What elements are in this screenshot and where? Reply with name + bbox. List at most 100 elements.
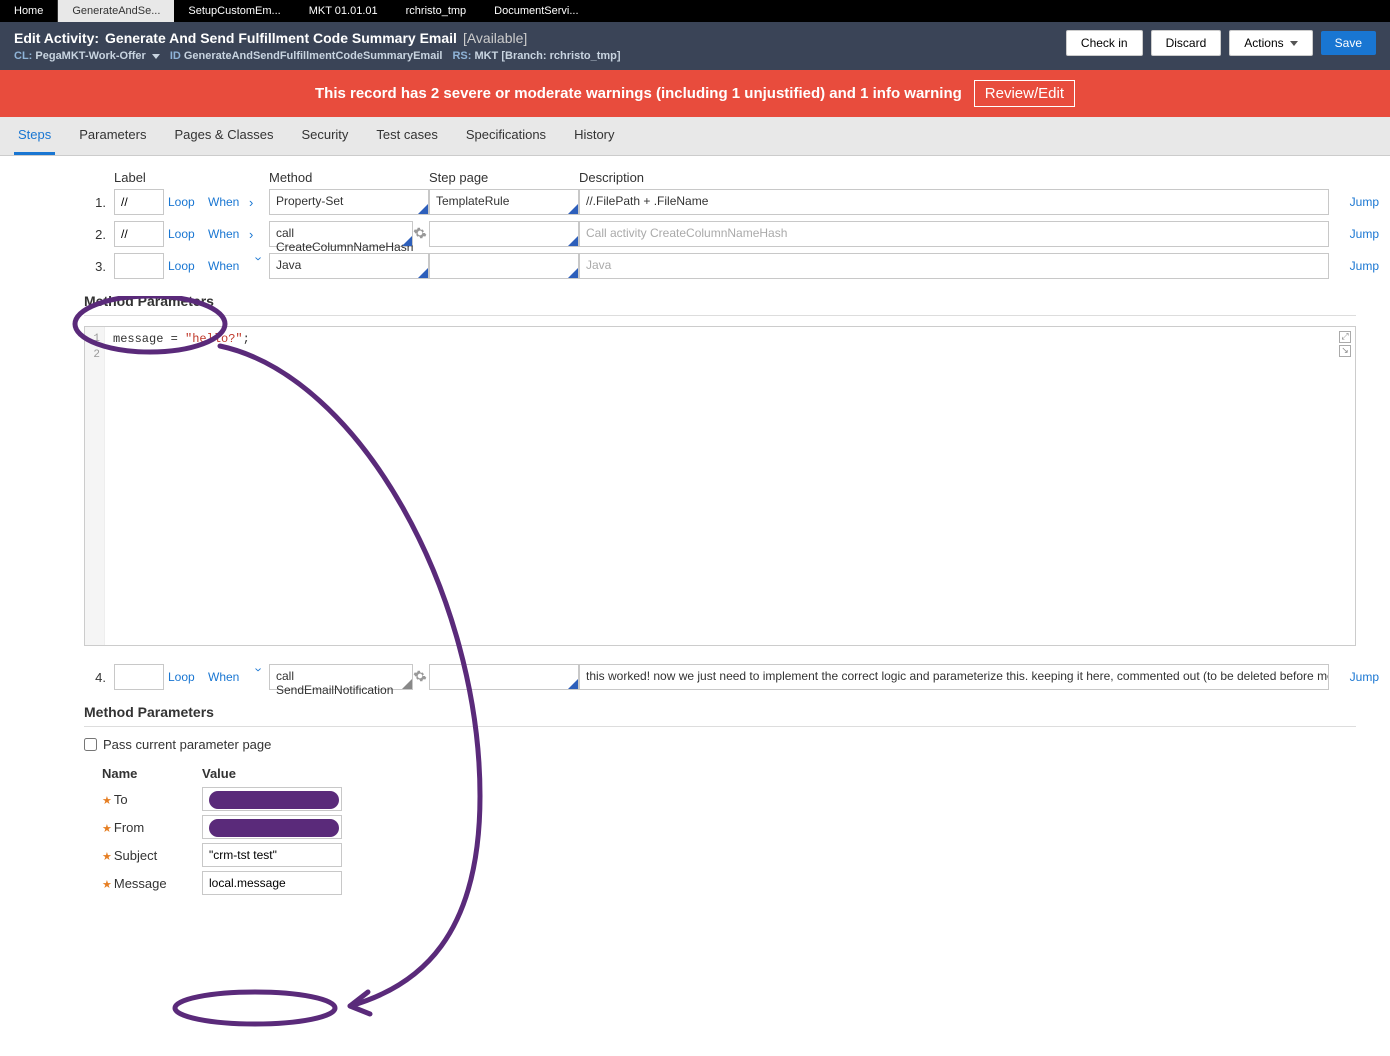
param-value-subject[interactable]	[202, 843, 342, 867]
steps-content: Label Method Step page Description 1. Lo…	[0, 156, 1390, 913]
discard-button[interactable]: Discard	[1151, 30, 1222, 56]
actions-button[interactable]: Actions	[1229, 30, 1312, 56]
step-page-input[interactable]	[429, 221, 579, 247]
param-col-value: Value	[202, 766, 352, 781]
description-input[interactable]: Call activity CreateColumnNameHash	[579, 221, 1329, 247]
id-label: ID	[170, 50, 181, 62]
expand-icon[interactable]: ›	[249, 227, 269, 242]
loop-link[interactable]: Loop	[164, 670, 204, 684]
step-page-input[interactable]	[429, 253, 579, 279]
cl-label: CL:	[14, 50, 32, 62]
step-row: 4. Loop When › call SendEmailNotificatio…	[50, 664, 1390, 690]
description-input[interactable]: Java	[579, 253, 1329, 279]
expand-code-icon[interactable]: ⤢	[1339, 331, 1351, 343]
when-link[interactable]: When	[204, 195, 249, 209]
collapse-icon[interactable]: ›	[252, 667, 267, 687]
tab-specifications[interactable]: Specifications	[462, 117, 550, 155]
step-row: 3. Loop When › Java Java Jump	[50, 253, 1390, 279]
jump-link[interactable]: Jump	[1329, 195, 1379, 209]
step-number: 1.	[84, 195, 114, 210]
description-input[interactable]: this worked! now we just need to impleme…	[579, 664, 1329, 690]
gear-icon[interactable]	[413, 669, 427, 683]
method-input[interactable]: Java	[269, 253, 429, 279]
rs-value: MKT [Branch: rchristo_tmp]	[474, 50, 620, 62]
checkin-button[interactable]: Check in	[1066, 30, 1143, 56]
code-body[interactable]: message = "hello?";	[105, 327, 258, 645]
chevron-down-icon	[1290, 41, 1298, 46]
save-button[interactable]: Save	[1321, 31, 1376, 55]
label-input[interactable]	[114, 664, 164, 690]
required-star-icon: ★	[102, 823, 112, 835]
warning-text: This record has 2 severe or moderate war…	[315, 85, 962, 102]
tab-rchristo[interactable]: rchristo_tmp	[392, 0, 481, 22]
step-row: 1. Loop When › Property-Set TemplateRule…	[50, 189, 1390, 215]
rule-tabset: Steps Parameters Pages & Classes Securit…	[0, 117, 1390, 156]
label-input[interactable]	[114, 189, 164, 215]
when-link[interactable]: When	[204, 227, 249, 241]
col-label: Label	[114, 170, 164, 185]
method-params-heading-2: Method Parameters	[84, 704, 1390, 720]
col-method: Method	[269, 170, 429, 185]
required-star-icon: ★	[102, 851, 112, 863]
label-input[interactable]	[114, 253, 164, 279]
loop-link[interactable]: Loop	[164, 227, 204, 241]
tab-generate[interactable]: GenerateAndSe...	[58, 0, 174, 22]
cl-value[interactable]: PegaMKT-Work-Offer	[35, 50, 145, 62]
jump-link[interactable]: Jump	[1329, 259, 1379, 273]
label-input[interactable]	[114, 221, 164, 247]
jump-link[interactable]: Jump	[1329, 670, 1379, 684]
tab-parameters[interactable]: Parameters	[75, 117, 150, 155]
expand-icon[interactable]: ›	[249, 195, 269, 210]
required-star-icon: ★	[102, 879, 112, 891]
param-value-to[interactable]	[202, 787, 342, 811]
tab-home[interactable]: Home	[0, 0, 58, 22]
chevron-down-icon[interactable]	[152, 54, 160, 59]
step-number: 2.	[84, 227, 114, 242]
step-number: 3.	[84, 259, 114, 274]
pass-page-label: Pass current parameter page	[103, 737, 271, 752]
method-input[interactable]: Property-Set	[269, 189, 429, 215]
param-row-message: ★Message	[102, 871, 1390, 895]
collapse-code-icon[interactable]: ↘	[1339, 345, 1351, 357]
redacted-marker	[209, 791, 339, 809]
rs-label: RS:	[452, 50, 471, 62]
param-value-message[interactable]	[202, 871, 342, 895]
header-prefix: Edit Activity:	[14, 30, 99, 46]
method-input[interactable]: call SendEmailNotification	[269, 664, 413, 690]
when-link[interactable]: When	[204, 259, 249, 273]
tab-steps[interactable]: Steps	[14, 117, 55, 155]
tab-security[interactable]: Security	[297, 117, 352, 155]
review-edit-button[interactable]: Review/Edit	[974, 80, 1075, 107]
header-name: Generate And Send Fulfillment Code Summa…	[105, 30, 457, 46]
warning-bar: This record has 2 severe or moderate war…	[0, 70, 1390, 117]
param-row-from: ★From	[102, 815, 1390, 839]
collapse-icon[interactable]: ›	[252, 256, 267, 276]
col-description: Description	[579, 170, 1329, 185]
java-code-editor[interactable]: 12 message = "hello?"; ⤢ ↘	[84, 326, 1356, 646]
header-availability: [Available]	[463, 30, 527, 46]
tab-mkt[interactable]: MKT 01.01.01	[295, 0, 392, 22]
param-row-to: ★To	[102, 787, 1390, 811]
description-input[interactable]: //.FilePath + .FileName	[579, 189, 1329, 215]
tab-testcases[interactable]: Test cases	[372, 117, 441, 155]
jump-link[interactable]: Jump	[1329, 227, 1379, 241]
when-link[interactable]: When	[204, 670, 249, 684]
step-number: 4.	[84, 670, 114, 685]
rule-header: Edit Activity: Generate And Send Fulfill…	[0, 22, 1390, 70]
pass-page-checkbox[interactable]	[84, 738, 97, 751]
loop-link[interactable]: Loop	[164, 195, 204, 209]
param-value-from[interactable]	[202, 815, 342, 839]
param-col-name: Name	[102, 766, 202, 781]
step-page-input[interactable]: TemplateRule	[429, 189, 579, 215]
method-params-heading: Method Parameters	[84, 293, 1390, 309]
tab-history[interactable]: History	[570, 117, 618, 155]
app-tabbar: Home GenerateAndSe... SetupCustomEm... M…	[0, 0, 1390, 22]
method-input[interactable]: call CreateColumnNameHash	[269, 221, 413, 247]
step-page-input[interactable]	[429, 664, 579, 690]
tab-pages-classes[interactable]: Pages & Classes	[170, 117, 277, 155]
code-gutter: 12	[85, 327, 105, 645]
tab-setup[interactable]: SetupCustomEm...	[174, 0, 294, 22]
tab-docservice[interactable]: DocumentServi...	[480, 0, 592, 22]
gear-icon[interactable]	[413, 226, 427, 240]
loop-link[interactable]: Loop	[164, 259, 204, 273]
